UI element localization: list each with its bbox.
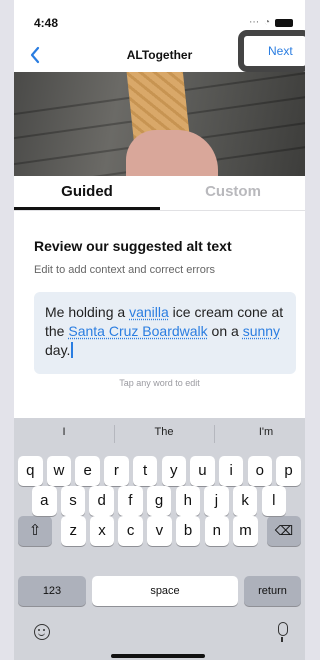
key-z[interactable]: z	[61, 516, 86, 546]
status-time: 4:48	[34, 16, 59, 30]
segmented-control: Guided Custom	[14, 176, 305, 211]
key-r[interactable]: r	[104, 456, 129, 486]
key-o[interactable]: o	[247, 456, 273, 486]
battery-icon	[275, 18, 293, 27]
key-x[interactable]: x	[89, 516, 115, 546]
suggestion-3[interactable]: I'm	[221, 426, 305, 438]
key-w[interactable]: w	[46, 456, 72, 486]
editable-word[interactable]: vanilla	[129, 304, 169, 320]
app-screen: 4:48 ⋯ ◔ ALTogether Next Guided Custom R…	[14, 0, 305, 660]
section-heading: Review our suggested alt text	[34, 238, 232, 254]
key-i[interactable]: i	[218, 456, 244, 486]
key-m[interactable]: m	[233, 516, 258, 546]
tab-guided[interactable]: Guided	[14, 183, 160, 200]
key-u[interactable]: u	[190, 456, 215, 486]
numbers-key[interactable]: 123	[18, 576, 86, 606]
key-t[interactable]: t	[132, 456, 158, 486]
key-v[interactable]: v	[147, 516, 172, 546]
key-n[interactable]: n	[204, 516, 229, 546]
alt-text-segment: on a	[207, 323, 243, 339]
key-e[interactable]: e	[75, 456, 100, 486]
text-caret	[71, 342, 74, 358]
tab-custom[interactable]: Custom	[160, 183, 305, 200]
key-j[interactable]: j	[204, 486, 229, 516]
suggestion-2[interactable]: The	[119, 426, 209, 438]
suggestion-divider	[214, 425, 215, 443]
suggestion-1[interactable]: I	[19, 426, 109, 438]
shift-key[interactable]: ⇧	[18, 516, 52, 546]
key-l[interactable]: l	[261, 486, 287, 516]
key-q[interactable]: q	[18, 456, 43, 486]
space-key[interactable]: space	[92, 576, 238, 606]
emoji-icon[interactable]	[34, 624, 50, 640]
alt-text-segment: Me holding a	[45, 304, 130, 320]
status-icons: ⋯ ◔	[249, 17, 293, 28]
key-g[interactable]: g	[146, 486, 172, 516]
key-d[interactable]: d	[89, 486, 114, 516]
edit-hint: Tap any word to edit	[119, 378, 200, 388]
key-a[interactable]: a	[32, 486, 57, 516]
key-h[interactable]: h	[175, 486, 200, 516]
photo-ice-cream-cone	[14, 72, 305, 176]
section-subheading: Edit to add context and correct errors	[34, 264, 215, 276]
next-button-highlight: Next	[238, 30, 305, 72]
key-c[interactable]: c	[118, 516, 143, 546]
key-p[interactable]: p	[276, 456, 301, 486]
suggestion-divider	[114, 425, 115, 443]
key-s[interactable]: s	[60, 486, 86, 516]
key-k[interactable]: k	[232, 486, 258, 516]
microphone-icon[interactable]	[278, 622, 288, 642]
key-f[interactable]: f	[118, 486, 143, 516]
return-key[interactable]: return	[244, 576, 301, 606]
home-indicator	[111, 654, 205, 658]
alt-text-segment: day.	[45, 342, 71, 358]
wifi-icon: ⋯ ◔	[249, 17, 271, 28]
keyboard: I The I'm ⇧ ⌫ 123 space return qwertyuio…	[14, 418, 305, 660]
editable-word[interactable]: sunny	[243, 323, 280, 339]
next-button[interactable]: Next	[268, 44, 293, 58]
navigation-bar: ALTogether Next	[14, 30, 305, 72]
tab-selected-indicator	[14, 207, 160, 210]
key-y[interactable]: y	[161, 456, 186, 486]
alt-text-editor[interactable]: Me holding a vanilla ice cream cone at t…	[34, 292, 296, 374]
delete-key[interactable]: ⌫	[267, 516, 301, 546]
editable-word[interactable]: Santa Cruz Boardwalk	[68, 323, 207, 339]
key-b[interactable]: b	[175, 516, 201, 546]
